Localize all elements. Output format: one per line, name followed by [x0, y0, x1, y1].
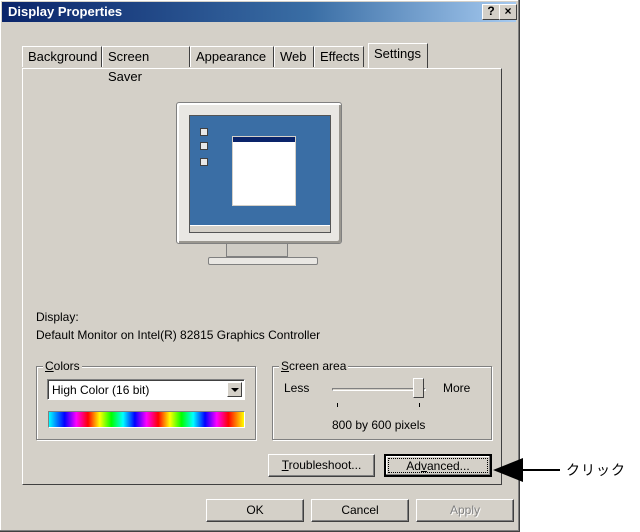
chevron-down-icon[interactable]: [227, 382, 242, 397]
preview-taskbar: [190, 225, 330, 232]
title-bar[interactable]: Display Properties ? ×: [2, 2, 517, 22]
resolution-slider-thumb[interactable]: [413, 378, 424, 398]
tab-settings[interactable]: Settings: [368, 43, 428, 68]
color-spectrum-bar: [48, 411, 245, 428]
colors-select-value: High Color (16 bit): [52, 383, 150, 397]
ok-button[interactable]: OK: [206, 499, 304, 522]
monitor-screen: [189, 115, 331, 233]
window-title: Display Properties: [8, 4, 123, 19]
cancel-button[interactable]: Cancel: [311, 499, 409, 522]
tab-appearance[interactable]: Appearance: [190, 46, 274, 67]
callout-arrow-icon: [493, 458, 523, 482]
monitor-neck: [226, 243, 288, 257]
resolution-text: 800 by 600 pixels: [332, 418, 426, 432]
callout-label: クリック: [566, 462, 626, 478]
apply-button[interactable]: Apply: [416, 499, 514, 522]
monitor-preview-image: [176, 102, 342, 244]
tab-background[interactable]: Background: [22, 46, 102, 67]
colors-group-label: Colors: [43, 359, 82, 373]
slider-tick: [337, 403, 338, 407]
slider-tick: [419, 403, 420, 407]
advanced-button[interactable]: Advanced...: [384, 454, 492, 477]
tab-web[interactable]: Web: [274, 46, 314, 67]
screen-area-group-label: Screen area: [279, 359, 349, 373]
desktop-icon: [200, 158, 208, 166]
monitor-base: [208, 257, 318, 265]
display-device-name: Default Monitor on Intel(R) 82815 Graphi…: [36, 328, 321, 342]
colors-select[interactable]: High Color (16 bit): [47, 379, 245, 400]
close-button[interactable]: ×: [499, 4, 517, 20]
desktop-icon: [200, 142, 208, 150]
display-properties-window: Display Properties ? × Background Screen…: [0, 0, 520, 532]
help-button[interactable]: ?: [482, 4, 500, 20]
desktop-icon: [200, 128, 208, 136]
tab-screen-saver[interactable]: Screen Saver: [102, 46, 190, 84]
callout-line: [520, 469, 560, 471]
less-label: Less: [284, 381, 310, 395]
more-label: More: [443, 381, 471, 395]
colors-group: Colors: [36, 359, 256, 440]
troubleshoot-button[interactable]: Troubleshoot...: [268, 454, 375, 477]
resolution-slider-track[interactable]: [332, 388, 426, 391]
display-label: Display:: [36, 310, 79, 324]
preview-window: [232, 136, 296, 206]
tab-effects[interactable]: Effects: [314, 46, 364, 67]
